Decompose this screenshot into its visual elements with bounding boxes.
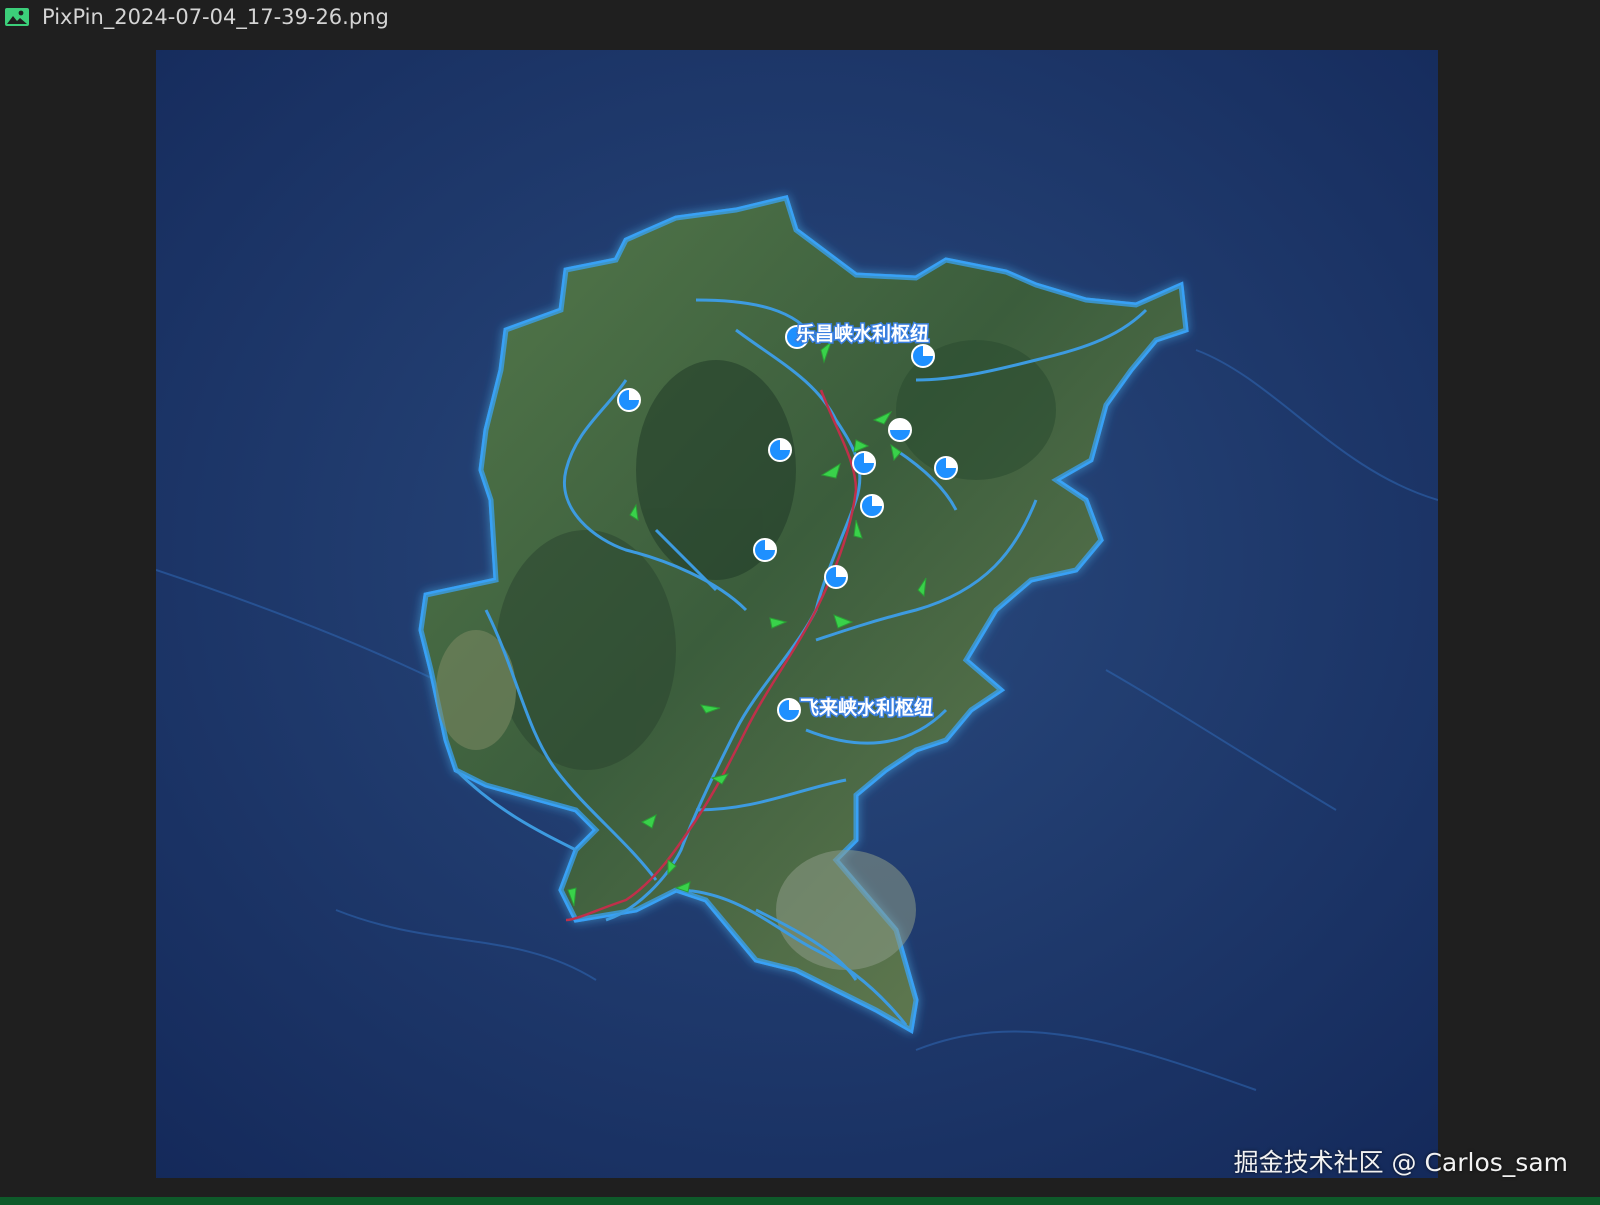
reservoir-station-icon[interactable] xyxy=(617,388,641,412)
title-bar: PixPin_2024-07-04_17-39-26.png xyxy=(0,0,1600,34)
status-bar xyxy=(0,1197,1600,1205)
image-file-icon xyxy=(4,7,30,27)
satellite-map[interactable]: 乐昌峡水利枢纽 飞来峡水利枢纽 xyxy=(156,50,1438,1178)
upper-hub-label: 乐昌峡水利枢纽 xyxy=(796,322,929,345)
window-title: PixPin_2024-07-04_17-39-26.png xyxy=(42,5,389,29)
lower-hub-label: 飞来峡水利枢纽 xyxy=(800,696,933,719)
reservoir-station-icon[interactable] xyxy=(777,698,801,722)
reservoir-station-icon[interactable] xyxy=(753,538,777,562)
watermark: 掘金技术社区 @ Carlos_sam xyxy=(1233,1148,1568,1177)
reservoir-station-icon[interactable] xyxy=(860,494,884,518)
reservoir-station-icon[interactable] xyxy=(911,344,935,368)
reservoir-station-icon[interactable] xyxy=(824,565,848,589)
image-viewer[interactable]: 乐昌峡水利枢纽 飞来峡水利枢纽 xyxy=(0,34,1600,1197)
reservoir-station-icon[interactable] xyxy=(934,456,958,480)
reservoir-station-icon[interactable] xyxy=(852,451,876,475)
reservoir-station-icon[interactable] xyxy=(768,438,792,462)
reservoir-station-icon[interactable] xyxy=(888,418,912,442)
